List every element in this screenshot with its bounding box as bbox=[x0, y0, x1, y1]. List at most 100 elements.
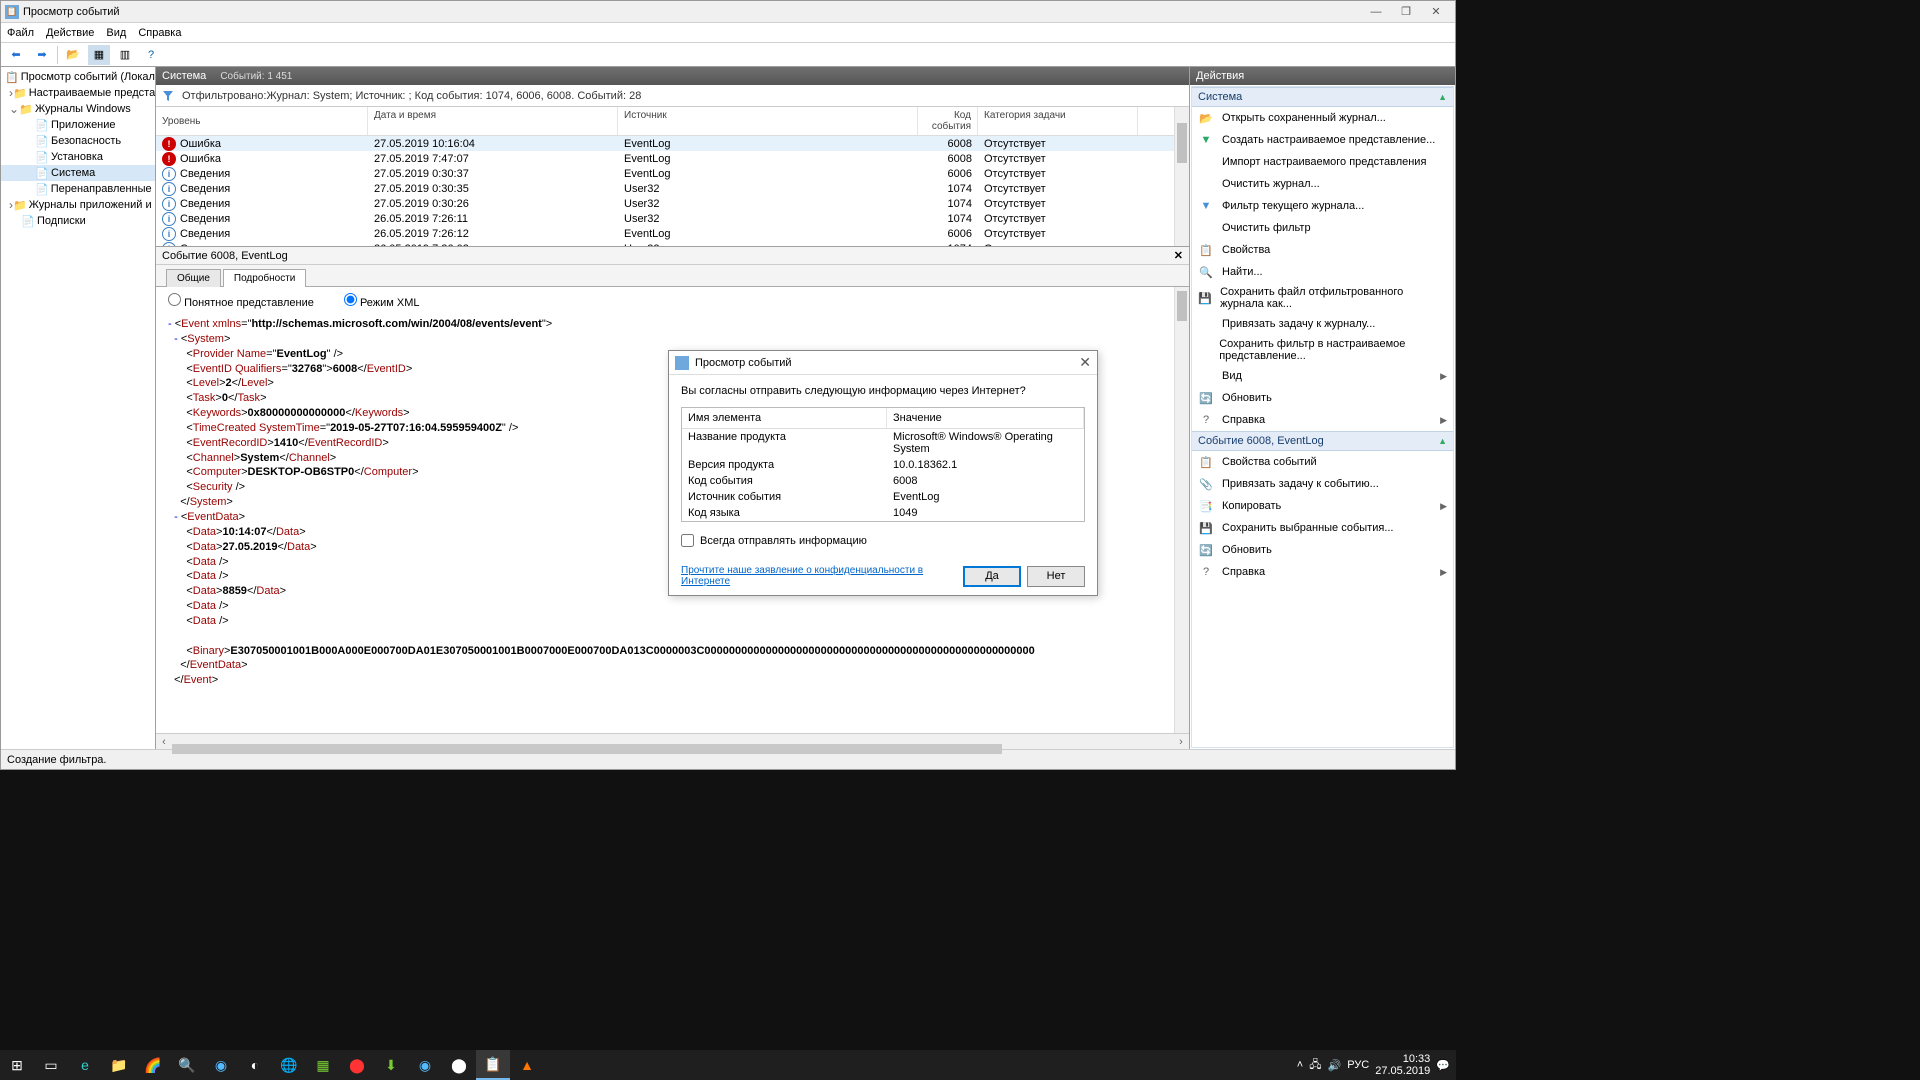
tree-root[interactable]: 📋Просмотр событий (Локальны bbox=[1, 69, 155, 85]
filter-bar: Отфильтровано:Журнал: System; Источник: … bbox=[156, 85, 1189, 107]
action-item[interactable]: ▼Фильтр текущего журнала... bbox=[1192, 195, 1453, 217]
action-item[interactable]: 📋Свойства bbox=[1192, 239, 1453, 261]
actions-section-event: Событие 6008, EventLog▲ bbox=[1192, 431, 1453, 451]
table-row[interactable]: iСведения26.05.2019 7:26:11User321074Отс… bbox=[156, 211, 1189, 226]
start-button[interactable]: ⊞ bbox=[0, 1050, 34, 1080]
tree-pane[interactable]: 📋Просмотр событий (Локальны ›📁Настраивае… bbox=[1, 67, 156, 749]
table-row[interactable]: iСведения27.05.2019 0:30:26User321074Отс… bbox=[156, 196, 1189, 211]
vlc-icon[interactable]: ▲ bbox=[510, 1050, 544, 1080]
tree-security[interactable]: 📄Безопасность bbox=[1, 133, 155, 149]
privacy-link[interactable]: Прочтите наше заявление о конфиденциальн… bbox=[681, 565, 963, 587]
view-icon1[interactable]: ▦ bbox=[88, 45, 110, 65]
action-item[interactable]: Сохранить фильтр в настраиваемое предста… bbox=[1192, 335, 1453, 365]
open-icon[interactable]: 📂 bbox=[62, 45, 84, 65]
table-row[interactable]: iСведения27.05.2019 0:30:37EventLog6006О… bbox=[156, 166, 1189, 181]
radio-xml[interactable]: Режим XML bbox=[344, 293, 420, 309]
taskbar[interactable]: ⊞ ▭ e 📁 🌈 🔍 ◉ ◐ 🌐 ▦ ⬤ ⬇ ◉ ⬤ 📋 ▲ ˄ 🖧 🔊 РУ… bbox=[0, 1050, 1456, 1080]
tree-application[interactable]: 📄Приложение bbox=[1, 117, 155, 133]
detail-close-icon[interactable]: ✕ bbox=[1174, 249, 1183, 262]
action-item[interactable]: Очистить журнал... bbox=[1192, 173, 1453, 195]
app-icon-2[interactable]: ◐ bbox=[238, 1050, 272, 1080]
tray-net-icon[interactable]: 🖧 bbox=[1309, 1056, 1321, 1075]
table-row[interactable]: !Ошибка27.05.2019 7:47:07EventLog6008Отс… bbox=[156, 151, 1189, 166]
tree-forwarded[interactable]: 📄Перенаправленные со bbox=[1, 181, 155, 197]
event-grid[interactable]: Уровень Дата и время Источник Код событи… bbox=[156, 107, 1189, 247]
action-item[interactable]: 📋Свойства событий bbox=[1192, 451, 1453, 473]
action-item[interactable]: 🔄Обновить bbox=[1192, 539, 1453, 561]
menu-help[interactable]: Справка bbox=[138, 27, 181, 39]
detail-hscroll[interactable]: ‹› bbox=[156, 733, 1189, 749]
action-item[interactable]: ?Справка▶ bbox=[1192, 561, 1453, 583]
app-icon-6[interactable]: ⬇ bbox=[374, 1050, 408, 1080]
table-row[interactable]: iСведения26.05.2019 7:26:12EventLog6006О… bbox=[156, 226, 1189, 241]
always-send-checkbox[interactable]: Всегда отправлять информацию bbox=[681, 534, 1085, 547]
menu-file[interactable]: Файл bbox=[7, 27, 34, 39]
maximize-button[interactable]: ❐ bbox=[1391, 3, 1421, 21]
menu-action[interactable]: Действие bbox=[46, 27, 94, 39]
close-button[interactable]: ✕ bbox=[1421, 3, 1451, 21]
table-row[interactable]: !Ошибка27.05.2019 10:16:04EventLog6008От… bbox=[156, 136, 1189, 151]
action-item[interactable]: ?Справка▶ bbox=[1192, 409, 1453, 431]
log-name: Система bbox=[162, 70, 206, 82]
explorer-icon[interactable]: 📁 bbox=[102, 1050, 136, 1080]
back-button[interactable]: ⬅ bbox=[5, 45, 27, 65]
tab-general[interactable]: Общие bbox=[166, 269, 221, 287]
app-icon-4[interactable]: ▦ bbox=[306, 1050, 340, 1080]
yes-button[interactable]: Да bbox=[963, 566, 1021, 587]
detail-title: Событие 6008, EventLog bbox=[162, 250, 288, 262]
tree-setup[interactable]: 📄Установка bbox=[1, 149, 155, 165]
tray-clock[interactable]: 10:3327.05.2019 bbox=[1375, 1053, 1430, 1077]
tree-app-logs[interactable]: ›📁Журналы приложений и сл bbox=[1, 197, 155, 213]
eventvwr-taskbar[interactable]: 📋 bbox=[476, 1050, 510, 1080]
chrome-icon[interactable]: 🌈 bbox=[136, 1050, 170, 1080]
action-item[interactable]: 📎Привязать задачу к событию... bbox=[1192, 473, 1453, 495]
table-row[interactable]: iСведения26.05.2019 7:26:03User321074Отс… bbox=[156, 241, 1189, 247]
system-tray[interactable]: ˄ 🖧 🔊 РУС 10:3327.05.2019 💬 bbox=[1297, 1053, 1456, 1077]
action-item[interactable]: 💾Сохранить файл отфильтрованного журнала… bbox=[1192, 283, 1453, 313]
tree-subscriptions[interactable]: 📄Подписки bbox=[1, 213, 155, 229]
radio-friendly[interactable]: Понятное представление bbox=[168, 293, 314, 309]
action-item[interactable]: 📑Копировать▶ bbox=[1192, 495, 1453, 517]
minimize-button[interactable]: — bbox=[1361, 3, 1391, 21]
detail-scrollbar[interactable] bbox=[1174, 287, 1189, 733]
view-icon2[interactable]: ▥ bbox=[114, 45, 136, 65]
tab-details[interactable]: Подробности bbox=[223, 269, 306, 287]
app-icon-5[interactable]: ⬤ bbox=[340, 1050, 374, 1080]
menu-view[interactable]: Вид bbox=[106, 27, 126, 39]
app-icon-3[interactable]: 🌐 bbox=[272, 1050, 306, 1080]
tray-notify-icon[interactable]: 💬 bbox=[1436, 1059, 1450, 1072]
action-item[interactable]: 💾Сохранить выбранные события... bbox=[1192, 517, 1453, 539]
action-item[interactable]: 📂Открыть сохраненный журнал... bbox=[1192, 107, 1453, 129]
steam-icon[interactable]: ⬤ bbox=[442, 1050, 476, 1080]
action-item[interactable]: Привязать задачу к журналу... bbox=[1192, 313, 1453, 335]
edge-icon[interactable]: e bbox=[68, 1050, 102, 1080]
no-button[interactable]: Нет bbox=[1027, 566, 1085, 587]
action-item[interactable]: 🔄Обновить bbox=[1192, 387, 1453, 409]
search-icon[interactable]: 🔍 bbox=[170, 1050, 204, 1080]
dialog-close-icon[interactable]: ✕ bbox=[1079, 354, 1091, 371]
action-item[interactable]: 🔍Найти... bbox=[1192, 261, 1453, 283]
app-icon-7[interactable]: ◉ bbox=[408, 1050, 442, 1080]
col-level[interactable]: Уровень bbox=[156, 107, 368, 135]
table-row[interactable]: iСведения27.05.2019 0:30:35User321074Отс… bbox=[156, 181, 1189, 196]
action-item[interactable]: ▼Создать настраиваемое представление... bbox=[1192, 129, 1453, 151]
help-icon[interactable]: ? bbox=[140, 45, 162, 65]
task-view[interactable]: ▭ bbox=[34, 1050, 68, 1080]
tray-lang[interactable]: РУС bbox=[1347, 1059, 1369, 1071]
tray-chevron-icon[interactable]: ˄ bbox=[1297, 1059, 1303, 1071]
detail-tabs: Общие Подробности bbox=[156, 265, 1189, 287]
forward-button[interactable]: ➡ bbox=[31, 45, 53, 65]
app-icon-1[interactable]: ◉ bbox=[204, 1050, 238, 1080]
tree-system[interactable]: 📄Система bbox=[1, 165, 155, 181]
col-category[interactable]: Категория задачи bbox=[978, 107, 1138, 135]
col-source[interactable]: Источник bbox=[618, 107, 918, 135]
action-item[interactable]: Импорт настраиваемого представления bbox=[1192, 151, 1453, 173]
action-item[interactable]: Очистить фильтр bbox=[1192, 217, 1453, 239]
grid-scrollbar[interactable] bbox=[1174, 107, 1189, 246]
tray-sound-icon[interactable]: 🔊 bbox=[1328, 1059, 1342, 1072]
col-datetime[interactable]: Дата и время bbox=[368, 107, 618, 135]
action-item[interactable]: Вид▶ bbox=[1192, 365, 1453, 387]
tree-custom-views[interactable]: ›📁Настраиваемые представл bbox=[1, 85, 155, 101]
col-eventid[interactable]: Код события bbox=[918, 107, 978, 135]
tree-windows-logs[interactable]: ⌄📁Журналы Windows bbox=[1, 101, 155, 117]
